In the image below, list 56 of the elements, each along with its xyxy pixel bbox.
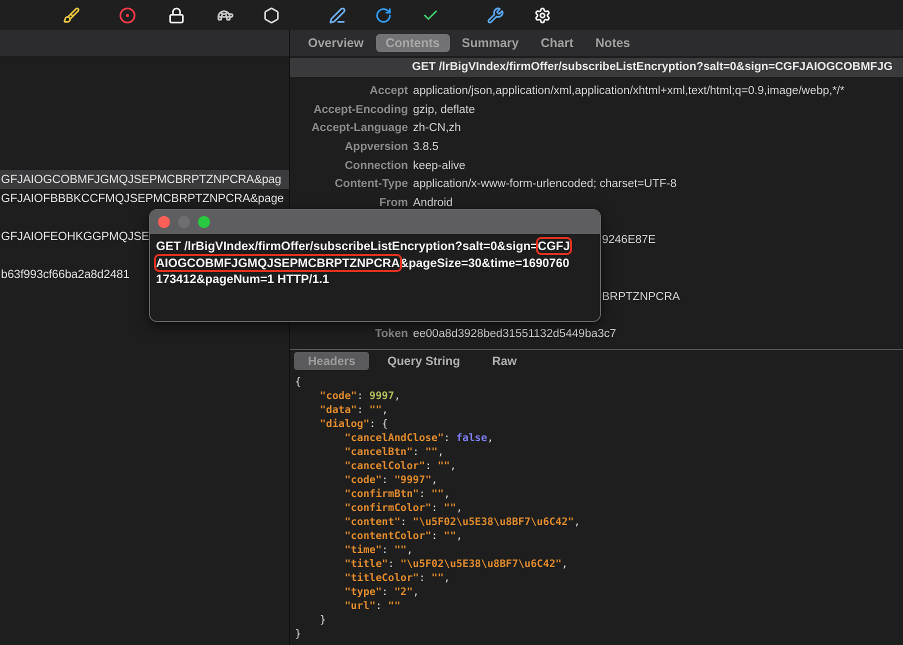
code-line: "cancelBtn": "", — [344, 445, 445, 459]
header-value: 3.8.5 — [413, 140, 439, 153]
code-line: "content": "\u5F02\u5E38\u8BF7\u6C42", — [344, 515, 582, 529]
code-line: "title": "\u5F02\u5E38\u8BF7\u6C42", — [344, 557, 569, 571]
code-line: "contentColor": "", — [344, 529, 464, 543]
session-row[interactable]: GFJAIOGCOBMFJGMQJSEPMCBRPTZNPCRA&pag — [0, 170, 289, 189]
zoom-icon[interactable] — [198, 216, 210, 228]
tab[interactable]: Chart — [530, 34, 584, 52]
header-value: application/x-www-form-urlencoded; charset=UTF-8 — [413, 178, 677, 190]
code-line: "confirmColor": "", — [344, 501, 464, 515]
header-name: Appversion — [344, 140, 408, 153]
code-line: "time": "", — [344, 543, 414, 557]
settings-icon[interactable] — [533, 6, 551, 24]
header-name: Accept-Language — [310, 122, 408, 134]
code-line: "url": "" — [344, 599, 402, 613]
code-line: } — [318, 613, 327, 627]
header-name: Accept — [368, 84, 408, 97]
request-text-line: GET /lrBigVIndex/firmOffer/subscribeListEncryption?salt=0&sign=CGFJ — [156, 238, 571, 254]
hexagon-icon[interactable] — [262, 6, 280, 24]
code-line: "cancelColor": "", — [344, 459, 458, 473]
request-text-line: 173412&pageNum=1 HTTP/1.1 — [156, 271, 330, 288]
code-line: } — [295, 627, 302, 641]
pen-icon[interactable] — [328, 6, 346, 24]
header-value: 9246E87E — [602, 234, 656, 246]
code-line: "titleColor": "", — [344, 571, 452, 585]
lock-icon[interactable] — [167, 6, 185, 24]
header-name: From — [378, 197, 408, 210]
session-row[interactable]: GFJAIOFBBBKCCFMQJSEPMCBRPTZNPCRA&page — [0, 189, 289, 208]
code-line: "data": "", — [318, 403, 390, 417]
header-value: ee00a8d3928bed31551132d5449ba3c7 — [413, 328, 616, 340]
tab[interactable]: Query String — [373, 352, 474, 370]
header-value: BRPTZNPCRA — [602, 290, 680, 303]
tab[interactable]: Notes — [585, 34, 640, 52]
record-icon[interactable] — [118, 6, 136, 24]
tools-icon[interactable] — [486, 6, 504, 24]
code-line: "code": "9997", — [344, 473, 439, 487]
request-text-line: AIOGCOBMFJGMQJSEPMCBRPTZNPCRA&pageSize=30&time=1690760 — [156, 254, 570, 271]
tab[interactable]: Overview — [298, 34, 374, 52]
header-name: Content-Type — [334, 178, 408, 190]
header-value: gzip, deflate — [413, 104, 476, 116]
code-line: "confirmBtn": "", — [344, 487, 452, 501]
header-value: keep-alive — [413, 160, 466, 172]
code-line: { — [295, 375, 302, 389]
code-line: "dialog": { — [318, 417, 390, 431]
tab[interactable]: Raw — [478, 352, 531, 370]
header-name: Accept-Encoding — [312, 104, 408, 116]
code-line: "cancelAndClose": false, — [344, 431, 494, 445]
header-name: Connection — [344, 160, 408, 172]
code-line: "type": "2", — [344, 585, 420, 599]
header-value: zh-CN,zh — [413, 122, 461, 134]
header-name: Token — [374, 328, 408, 340]
tab[interactable]: Summary — [452, 34, 529, 52]
code-line: "code": 9997, — [318, 389, 402, 403]
header-value: application/json,application/xml,application/xhtml+xml,text/html;q=0.9,image/webp,*/* — [413, 84, 844, 97]
header-value: Android — [413, 197, 453, 210]
refresh-icon[interactable] — [374, 6, 392, 24]
